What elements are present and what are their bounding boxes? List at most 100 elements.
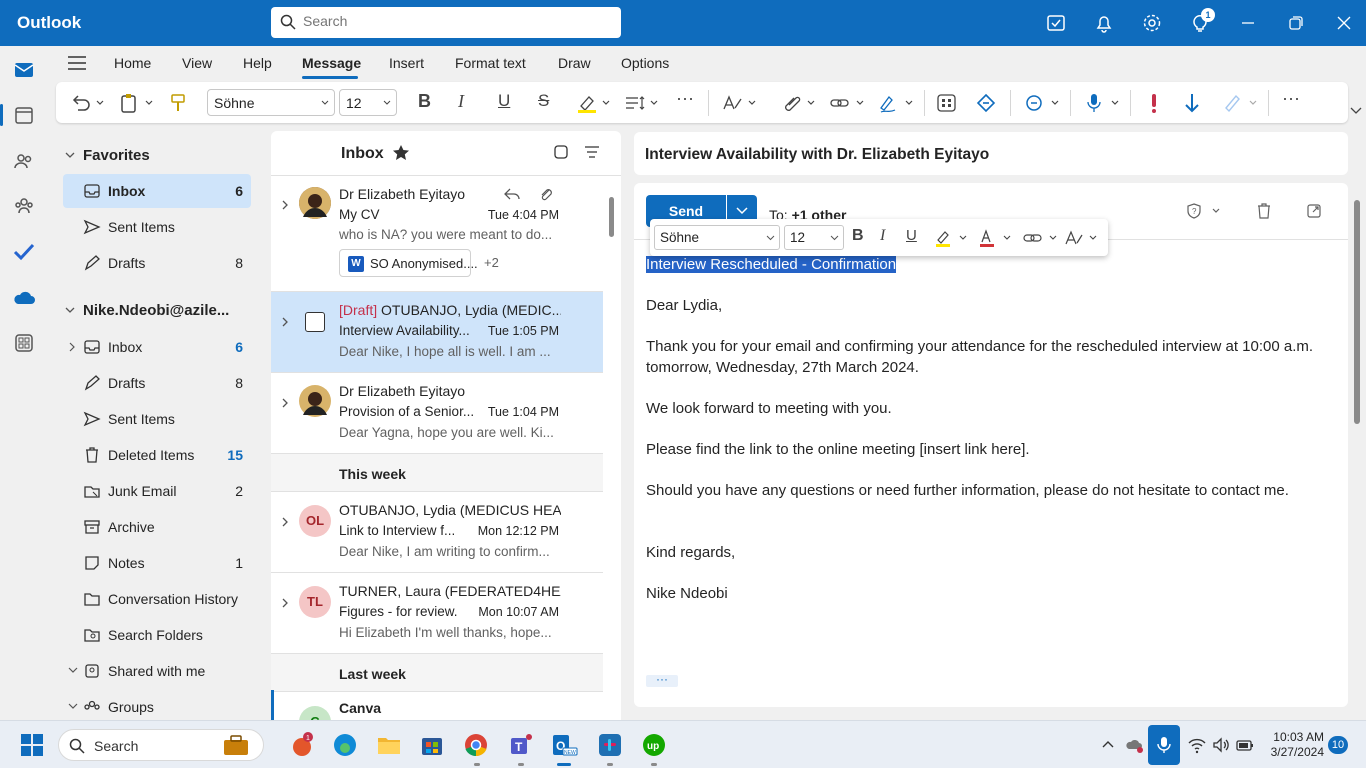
select-icon[interactable]: [553, 144, 569, 160]
floating-font-select[interactable]: Söhne: [654, 225, 780, 250]
attachment-chip[interactable]: W SO Anonymised....: [339, 249, 478, 277]
email-body-signature[interactable]: Nike Ndeobi: [646, 583, 1336, 604]
folder-favorites-sent-items[interactable]: Sent Items: [63, 210, 251, 244]
game-app-icon[interactable]: 1: [288, 731, 316, 759]
tab-draw[interactable]: Draw: [558, 55, 591, 71]
folder-favorites-drafts[interactable]: Drafts 8: [63, 246, 251, 280]
clock[interactable]: 10:03 AM 3/27/2024: [1262, 730, 1324, 760]
ribbon-expand-icon[interactable]: [1350, 106, 1362, 116]
outlook-icon[interactable]: ONEW: [551, 731, 579, 759]
pop-out-icon[interactable]: [1306, 203, 1322, 219]
wifi-icon[interactable]: [1187, 735, 1207, 755]
folder-search-folders[interactable]: Search Folders: [63, 618, 251, 652]
show-more-button[interactable]: ···: [646, 673, 678, 687]
chevron-right-icon[interactable]: [281, 397, 289, 409]
store-icon[interactable]: [418, 731, 446, 759]
teams-icon[interactable]: T: [507, 731, 535, 759]
message-item[interactable]: C Canva: [271, 692, 603, 720]
folder-inbox[interactable]: Inbox 6: [63, 330, 251, 364]
italic-icon[interactable]: I: [458, 91, 464, 113]
tab-insert[interactable]: Insert: [389, 55, 424, 71]
slack-icon[interactable]: [596, 731, 624, 759]
styles-icon[interactable]: [1064, 228, 1100, 248]
email-body-heading[interactable]: Interview Rescheduled - Confirmation: [646, 254, 1336, 275]
email-body-greeting[interactable]: Dear Lydia,: [646, 295, 1336, 316]
dictate-icon[interactable]: [1084, 92, 1122, 114]
email-body-paragraph[interactable]: Please find the link to the online meeti…: [646, 439, 1336, 460]
message-item-selected[interactable]: [Draft] OTUBANJO, Lydia (MEDIC... Interv…: [271, 292, 603, 373]
message-item[interactable]: Dr Elizabeth Eyitayo Provision of a Seni…: [271, 373, 603, 454]
underline-icon[interactable]: U: [906, 227, 917, 244]
styles-icon[interactable]: [721, 92, 759, 114]
tab-message[interactable]: Message: [302, 55, 361, 71]
chevron-right-icon[interactable]: [68, 342, 76, 352]
tab-view[interactable]: View: [182, 55, 212, 71]
font-color-icon[interactable]: [978, 228, 1012, 248]
microphone-button[interactable]: [1148, 725, 1180, 765]
edge-icon[interactable]: [331, 731, 359, 759]
message-item[interactable]: Dr Elizabeth Eyitayo My CV Tue 4:04 PM w…: [271, 177, 603, 292]
chevron-down-icon[interactable]: [68, 666, 78, 674]
notification-count-badge[interactable]: 10: [1328, 736, 1348, 754]
search-input[interactable]: [303, 13, 603, 29]
email-body-paragraph[interactable]: Should you have any questions or need fu…: [646, 480, 1336, 501]
link-icon[interactable]: [1022, 228, 1058, 248]
chevron-down-icon[interactable]: [68, 702, 78, 710]
sensitivity-icon[interactable]: [1222, 92, 1260, 114]
tab-home[interactable]: Home: [114, 55, 151, 71]
floating-size-select[interactable]: 12: [784, 225, 844, 250]
folder-conversation-history[interactable]: Conversation History: [63, 582, 251, 616]
calendar-icon[interactable]: [12, 103, 36, 127]
chevron-right-icon[interactable]: [281, 597, 289, 609]
folder-favorites-inbox[interactable]: Inbox 6: [63, 174, 251, 208]
taskbar-search[interactable]: Search: [58, 729, 264, 761]
minimize-icon[interactable]: [1237, 12, 1259, 34]
folder-groups[interactable]: Groups: [63, 690, 251, 720]
email-body-paragraph[interactable]: We look forward to meeting with you.: [646, 398, 1336, 419]
folder-sent-items[interactable]: Sent Items: [63, 402, 251, 436]
highlight-icon[interactable]: [576, 92, 612, 114]
groups-icon[interactable]: [12, 194, 36, 218]
discard-icon[interactable]: [1256, 203, 1272, 219]
undo-icon[interactable]: [70, 92, 106, 114]
tab-options[interactable]: Options: [621, 55, 669, 71]
highlight-icon[interactable]: [934, 228, 968, 248]
font-size-select[interactable]: 12: [339, 89, 397, 116]
more-attachments[interactable]: +2: [484, 255, 499, 270]
underline-icon[interactable]: U: [498, 91, 510, 113]
my-day-icon[interactable]: [1045, 12, 1067, 34]
reading-pane-scrollbar[interactable]: [1354, 200, 1360, 424]
battery-icon[interactable]: [1235, 735, 1255, 755]
attach-icon[interactable]: [780, 92, 818, 114]
font-family-select[interactable]: Söhne: [207, 89, 335, 116]
bold-icon[interactable]: B: [418, 91, 431, 113]
italic-icon[interactable]: I: [880, 227, 885, 245]
file-explorer-icon[interactable]: [375, 731, 403, 759]
onedrive-icon[interactable]: [12, 286, 36, 310]
windows-start-icon[interactable]: [18, 731, 46, 759]
paste-icon[interactable]: [118, 92, 156, 114]
email-body-closing[interactable]: Kind regards,: [646, 542, 1336, 563]
format-painter-icon[interactable]: [168, 92, 188, 114]
apps-icon[interactable]: [12, 331, 36, 355]
folder-shared-with-me[interactable]: Shared with me: [63, 654, 251, 688]
email-body-paragraph[interactable]: Thank you for your email and confirming …: [646, 336, 1336, 378]
chevron-up-icon[interactable]: [1100, 737, 1116, 753]
volume-icon[interactable]: [1211, 735, 1231, 755]
filter-icon[interactable]: [584, 144, 600, 160]
chevron-right-icon[interactable]: [281, 316, 289, 328]
message-item[interactable]: OL OTUBANJO, Lydia (MEDICUS HEA... Link …: [271, 492, 603, 573]
hamburger-icon[interactable]: [68, 55, 86, 71]
apps-grid-icon[interactable]: [936, 92, 958, 114]
sensitivity-shield-icon[interactable]: ?: [1187, 203, 1223, 219]
loop-icon[interactable]: [975, 92, 997, 114]
folder-drafts[interactable]: Drafts 8: [63, 366, 251, 400]
upwork-icon[interactable]: up: [640, 731, 668, 759]
more-options-icon[interactable]: ···: [676, 88, 694, 110]
bell-icon[interactable]: [1093, 12, 1115, 34]
bold-icon[interactable]: B: [852, 227, 864, 245]
paragraph-spacing-icon[interactable]: [624, 92, 660, 114]
more-icon[interactable]: ···: [1282, 88, 1300, 110]
folder-notes[interactable]: Notes 1: [63, 546, 251, 580]
star-icon[interactable]: [391, 143, 411, 163]
